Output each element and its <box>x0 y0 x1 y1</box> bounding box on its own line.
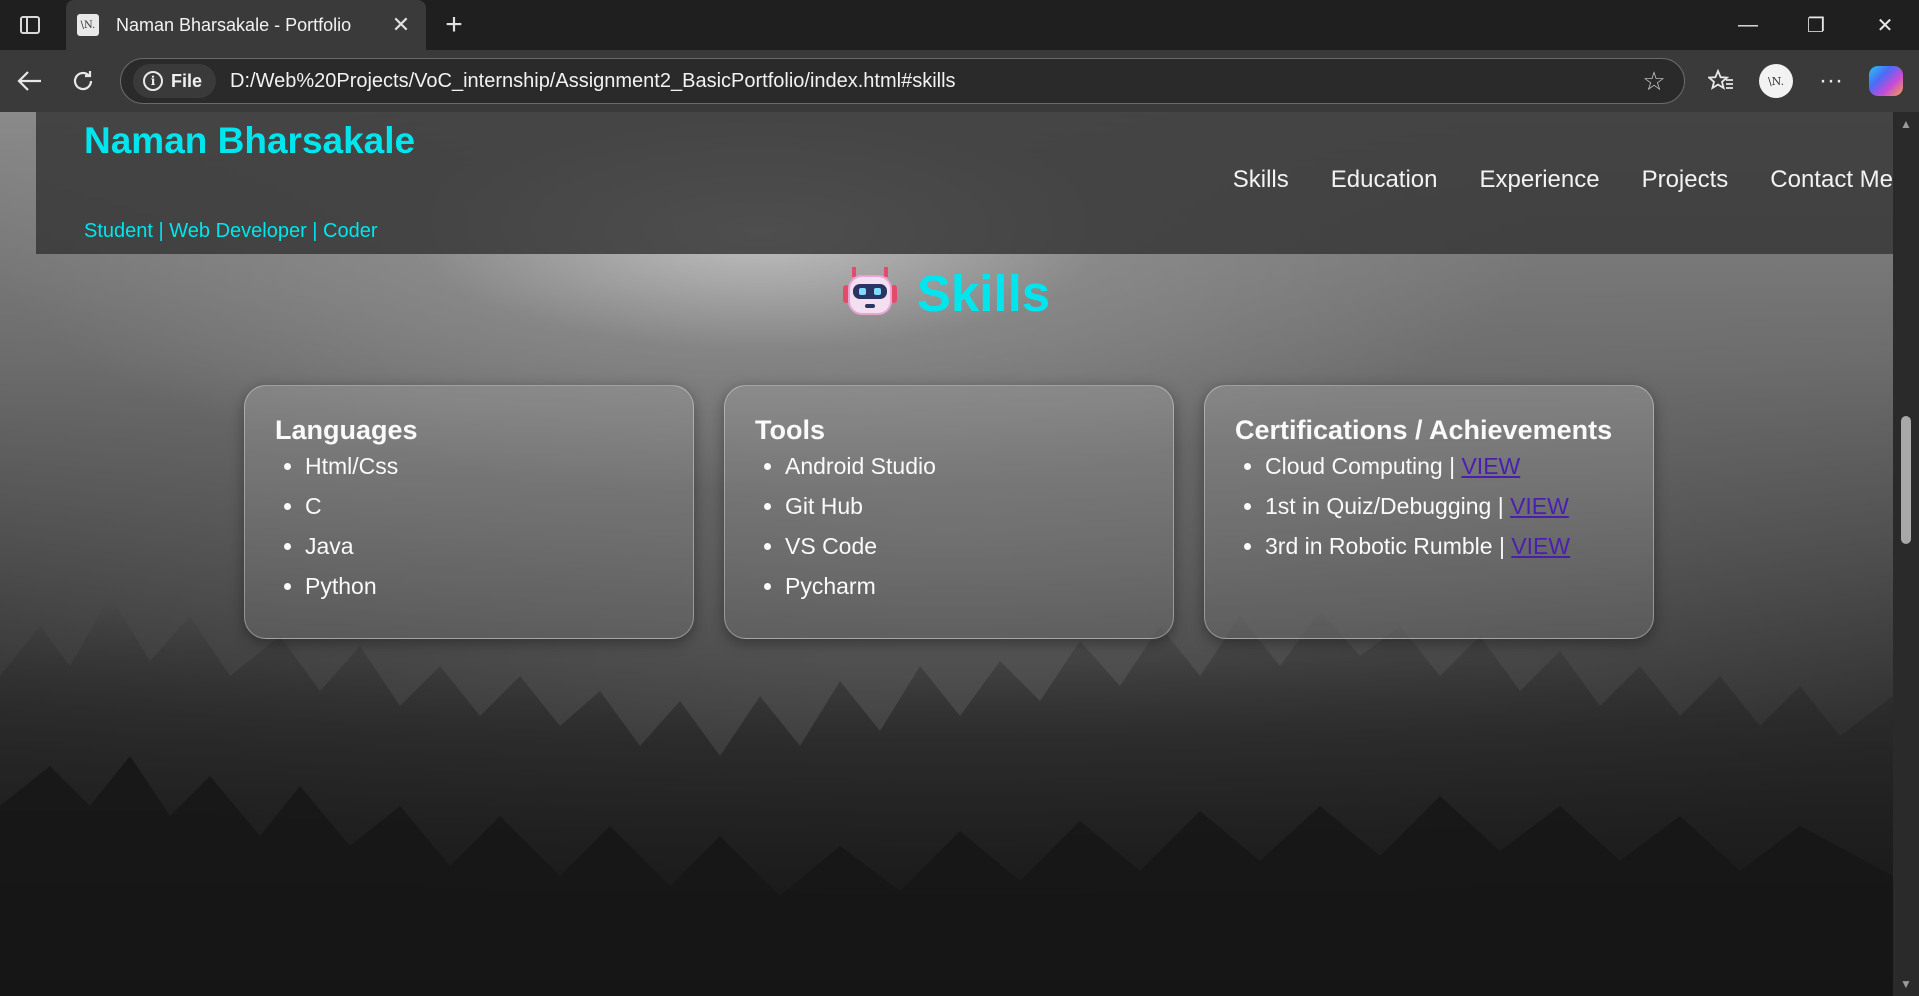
back-button[interactable] <box>11 62 49 100</box>
achievement-text: 1st in Quiz/Debugging | <box>1265 493 1511 519</box>
list-item: 3rd in Robotic Rumble | VIEW <box>1265 526 1623 566</box>
list-item: C <box>305 486 663 526</box>
list-item: Pycharm <box>785 566 1143 606</box>
restore-button[interactable]: ❐ <box>1782 0 1850 50</box>
favicon-icon: \N. <box>77 14 99 36</box>
scroll-thumb[interactable] <box>1901 416 1911 544</box>
view-link[interactable]: VIEW <box>1511 533 1570 559</box>
favorites-icon <box>1708 69 1733 90</box>
favorite-star-icon[interactable]: ☆ <box>1634 66 1674 97</box>
list-item: Cloud Computing | VIEW <box>1265 446 1623 486</box>
nav-skills[interactable]: Skills <box>1233 166 1289 194</box>
list-item: Android Studio <box>785 446 1143 486</box>
skill-list: Html/Css C Java Python <box>305 446 663 606</box>
site-info-button[interactable]: i File <box>133 64 217 98</box>
refresh-button[interactable] <box>64 62 102 100</box>
url-text[interactable]: D:/Web%20Projects/VoC_internship/Assignm… <box>230 70 1634 93</box>
card-heading: Certifications / Achievements <box>1235 415 1613 445</box>
list-item: Html/Css <box>305 446 663 486</box>
tab-bar: \N. Naman Bharsakale - Portfolio ✕ + — ❐… <box>0 0 1919 50</box>
refresh-icon <box>73 71 93 91</box>
scroll-up-icon[interactable]: ▲ <box>1893 114 1919 134</box>
card-heading: Languages <box>275 415 418 445</box>
view-link[interactable]: VIEW <box>1461 453 1520 479</box>
browser-toolbar: i File D:/Web%20Projects/VoC_internship/… <box>0 50 1919 112</box>
copilot-icon <box>1869 66 1903 96</box>
skill-card-tools: Tools Android Studio Git Hub VS Code Pyc… <box>724 385 1174 639</box>
info-icon: i <box>143 71 163 91</box>
view-link[interactable]: VIEW <box>1510 493 1569 519</box>
tab-title: Naman Bharsakale - Portfolio <box>116 14 352 35</box>
close-window-button[interactable]: ✕ <box>1851 0 1919 50</box>
robot-icon <box>842 266 897 321</box>
close-tab-icon[interactable]: ✕ <box>386 10 416 40</box>
list-item: Python <box>305 566 663 606</box>
list-item: Git Hub <box>785 486 1143 526</box>
skill-card-languages: Languages Html/Css C Java Python <box>244 385 694 639</box>
main-nav: Skills Education Experience Projects Con… <box>1191 166 1893 194</box>
new-tab-button[interactable]: + <box>437 8 471 42</box>
minimize-button[interactable]: — <box>1714 0 1782 50</box>
achievement-text: Cloud Computing | <box>1265 453 1462 479</box>
sidebar-toggle-button[interactable] <box>14 11 46 39</box>
avatar: \N. <box>1759 64 1793 98</box>
card-heading: Tools <box>755 415 825 445</box>
nav-experience[interactable]: Experience <box>1480 166 1600 194</box>
favorites-button[interactable] <box>1702 62 1740 100</box>
skill-card-certifications: Certifications / Achievements Cloud Comp… <box>1204 385 1654 639</box>
nav-education[interactable]: Education <box>1331 166 1438 194</box>
skill-list: Android Studio Git Hub VS Code Pycharm <box>785 446 1143 606</box>
active-tab[interactable]: \N. Naman Bharsakale - Portfolio ✕ <box>66 0 426 50</box>
achievement-list: Cloud Computing | VIEW 1st in Quiz/Debug… <box>1265 446 1623 566</box>
page-scrollbar[interactable]: ▲ ▼ <box>1893 112 1919 996</box>
site-tagline: Student | Web Developer | Coder <box>84 220 378 242</box>
list-item: Java <box>305 526 663 566</box>
list-item: VS Code <box>785 526 1143 566</box>
site-name: Naman Bharsakale <box>84 120 416 161</box>
sidebar-icon <box>20 16 40 34</box>
back-arrow-icon <box>17 71 41 91</box>
site-info-label: File <box>171 70 203 91</box>
scroll-down-icon[interactable]: ▼ <box>1893 974 1919 994</box>
more-options-button[interactable]: ··· <box>1812 62 1850 100</box>
site-header: Naman Bharsakale Student | Web Developer… <box>36 112 1893 254</box>
copilot-button[interactable] <box>1867 62 1905 100</box>
page-viewport: Naman Bharsakale Student | Web Developer… <box>0 112 1893 996</box>
list-item: 1st in Quiz/Debugging | VIEW <box>1265 486 1623 526</box>
achievement-text: 3rd in Robotic Rumble | <box>1265 533 1512 559</box>
nav-contact-me[interactable]: Contact Me <box>1770 166 1893 194</box>
skills-heading: Skills <box>0 264 1893 323</box>
nav-projects[interactable]: Projects <box>1642 166 1729 194</box>
section-title: Skills <box>916 265 1051 322</box>
profile-button[interactable]: \N. <box>1757 62 1795 100</box>
address-bar[interactable]: i File D:/Web%20Projects/VoC_internship/… <box>120 58 1685 104</box>
